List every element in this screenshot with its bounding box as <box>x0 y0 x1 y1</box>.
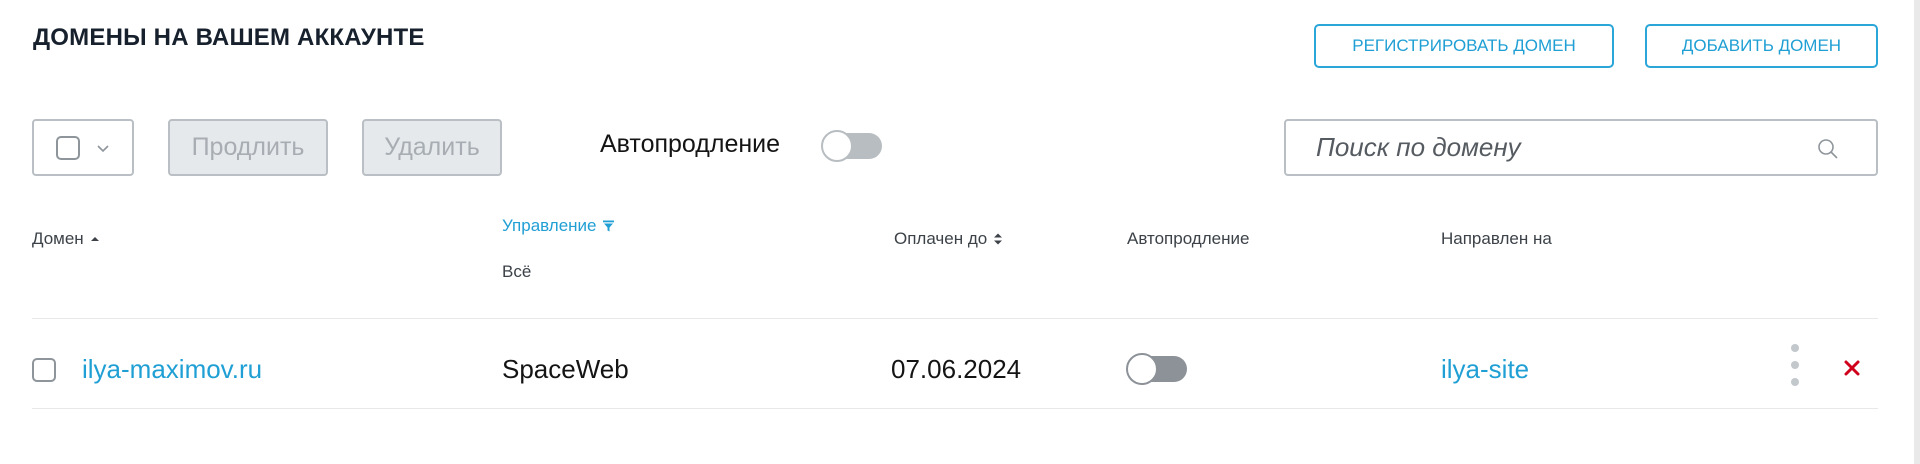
management-filter-value[interactable]: Всё <box>502 262 531 282</box>
search-field[interactable] <box>1284 119 1878 176</box>
search-icon[interactable] <box>1816 137 1840 161</box>
filter-icon <box>602 220 614 232</box>
close-icon[interactable] <box>1843 359 1861 377</box>
paid-until-value: 07.06.2024 <box>891 354 1022 384</box>
column-header-management[interactable]: Управление <box>502 216 614 236</box>
scrollbar-track[interactable] <box>1914 0 1920 464</box>
row-checkbox[interactable] <box>32 358 56 382</box>
page-title: ДОМЕНЫ НА ВАШЕМ АККАУНТЕ <box>33 24 425 51</box>
sort-icon <box>994 233 1003 245</box>
renew-button[interactable]: Продлить <box>168 119 328 176</box>
management-value: SpaceWeb <box>502 354 629 384</box>
autorenew-toggle[interactable] <box>821 130 882 162</box>
row-autorenew-toggle[interactable] <box>1126 353 1187 385</box>
column-header-domain-label: Домен <box>32 229 84 248</box>
column-header-paid-until[interactable]: Оплачен до <box>894 229 1003 249</box>
column-header-pointed-to: Направлен на <box>1441 229 1552 248</box>
column-header-management-label: Управление <box>502 216 597 235</box>
select-all-dropdown[interactable] <box>32 119 134 176</box>
toggle-knob <box>1126 353 1158 385</box>
register-domain-button[interactable]: РЕГИСТРИРОВАТЬ ДОМЕН <box>1314 24 1614 68</box>
column-header-autorenew: Автопродление <box>1127 229 1250 248</box>
autorenew-label: Автопродление <box>600 130 781 158</box>
delete-button[interactable]: Удалить <box>362 119 502 176</box>
column-header-paid-until-label: Оплачен до <box>894 229 988 248</box>
sort-asc-icon <box>90 237 99 241</box>
domain-link[interactable]: ilya-maximov.ru <box>82 354 262 385</box>
search-input[interactable] <box>1314 131 1798 164</box>
kebab-menu-icon[interactable] <box>1788 344 1802 390</box>
divider <box>32 318 1878 319</box>
pointed-to-link[interactable]: ilya-site <box>1441 354 1529 385</box>
add-domain-button[interactable]: ДОБАВИТЬ ДОМЕН <box>1645 24 1878 68</box>
select-all-checkbox[interactable] <box>56 135 80 160</box>
toggle-knob <box>821 130 853 162</box>
chevron-down-icon <box>97 144 109 152</box>
column-header-domain[interactable]: Домен <box>32 229 100 249</box>
divider <box>32 408 1878 409</box>
